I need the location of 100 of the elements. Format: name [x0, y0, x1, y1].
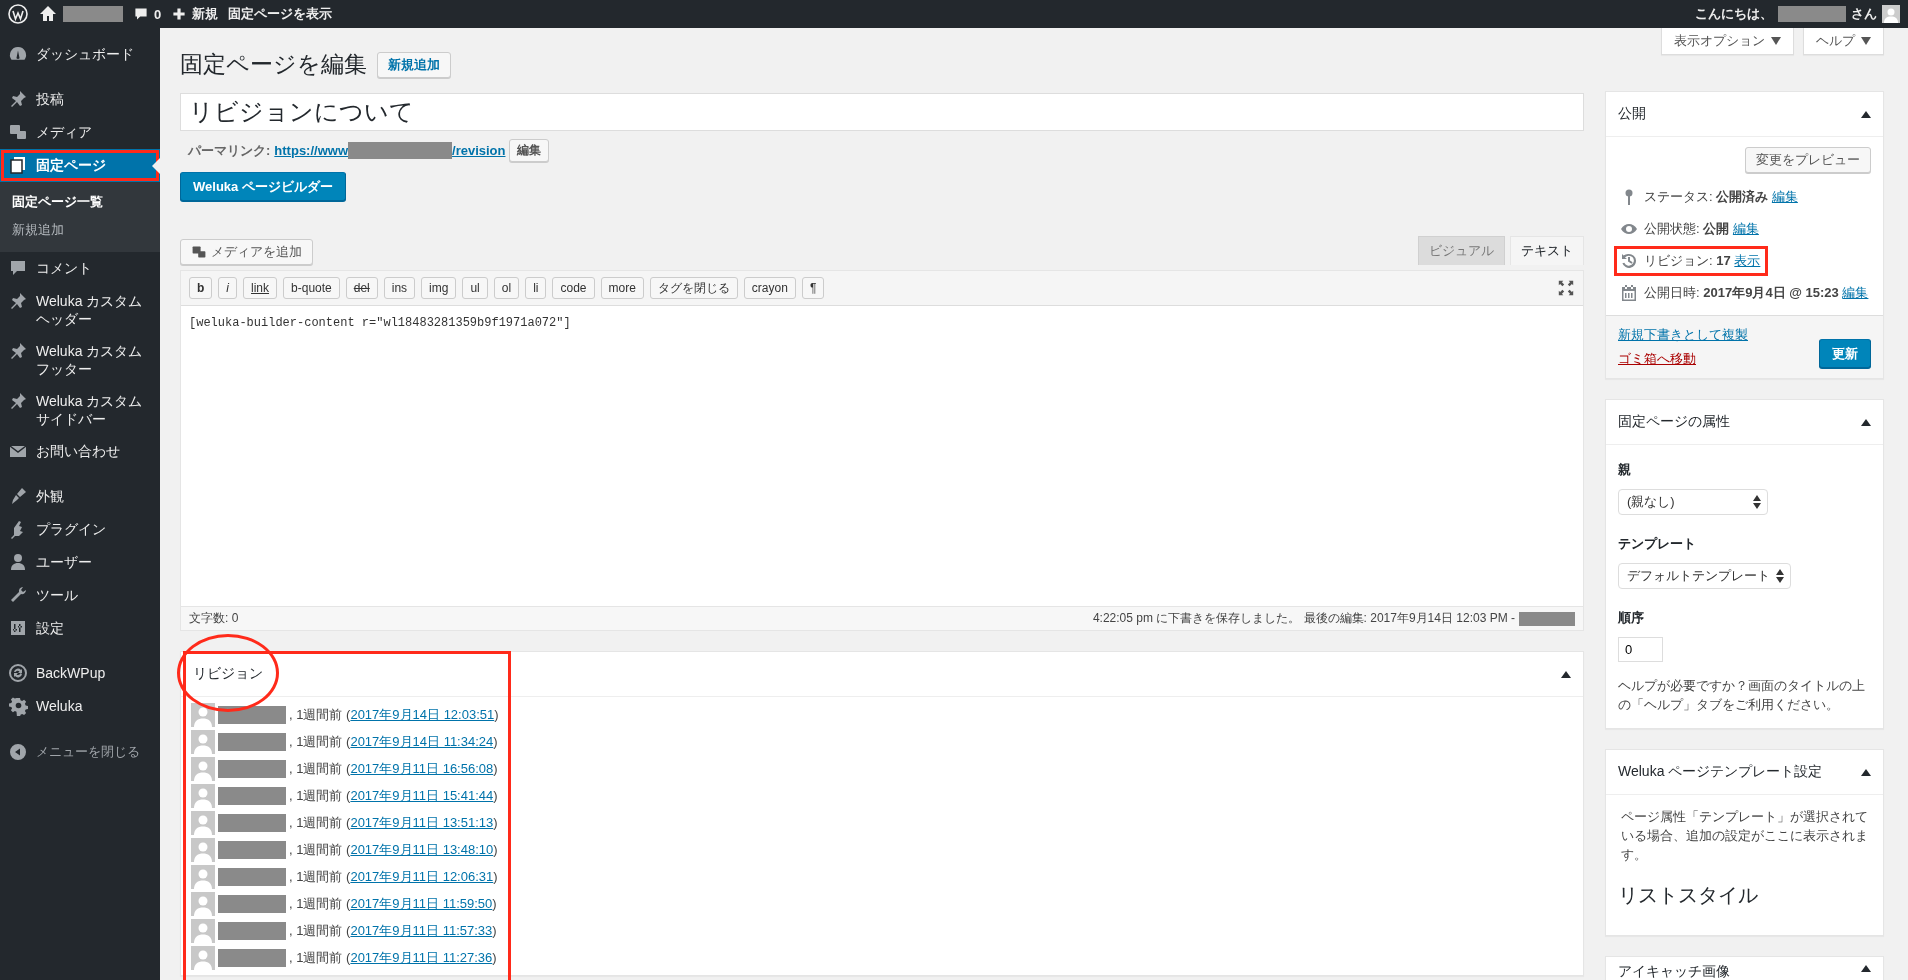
menu-item[interactable]: ユーザー [0, 546, 160, 579]
menu-item[interactable]: Weluka カスタムヘッダー [0, 285, 160, 335]
revision-entry: , 1週間前 (2017年9月14日 12:03:51) [289, 705, 499, 724]
text-editor[interactable]: [weluka-builder-content r="wl18483281359b9f1971a072"] [181, 306, 1583, 606]
edit-link[interactable]: 編集 [1732, 221, 1759, 236]
redaction-bar [218, 894, 286, 913]
quicktag-button[interactable]: img [421, 277, 457, 299]
order-field[interactable]: 0 [1618, 637, 1663, 662]
redaction-bar [63, 6, 123, 22]
greeting[interactable]: こんにちは、 さん [1695, 5, 1900, 23]
submenu-item[interactable]: 固定ページ一覧 [0, 188, 160, 216]
avatar-icon [191, 945, 215, 970]
menu-item[interactable]: プラグイン [0, 513, 160, 546]
avatar-icon [191, 783, 215, 808]
edit-permalink-button[interactable]: 編集 [509, 139, 550, 162]
new-menu[interactable]: 新規 [171, 5, 219, 23]
add-new-button[interactable]: 新規追加 [377, 51, 451, 78]
quicktag-button[interactable]: ins [383, 277, 416, 299]
comment-icon [8, 258, 28, 278]
revision-entry: , 1週間前 (2017年9月11日 12:06:31) [289, 867, 498, 886]
collapse-menu-link[interactable]: メニューを閉じる [0, 735, 160, 769]
preview-button[interactable]: 変更をプレビュー [1745, 147, 1871, 173]
pages-icon [8, 155, 28, 175]
settings-note: ページ属性「テンプレート」が選択されている場合、追加の設定がここに表示されます。 [1620, 808, 1869, 864]
menu-item[interactable]: 投稿 [0, 83, 160, 116]
edit-link[interactable]: 表示 [1734, 253, 1761, 268]
history-icon [1620, 252, 1638, 270]
duplicate-link[interactable]: 新規下書きとして複製 [1618, 326, 1748, 344]
trash-link[interactable]: ゴミ箱へ移動 [1618, 350, 1748, 368]
panel-title: 公開 [1618, 105, 1646, 123]
add-media-button[interactable]: メディアを追加 [180, 239, 313, 265]
avatar-icon [191, 756, 215, 781]
quicktag-button[interactable]: ¶ [801, 277, 825, 299]
edit-link[interactable]: 編集 [1771, 189, 1798, 204]
panel-title: Weluka ページテンプレート設定 [1618, 763, 1823, 781]
updown-arrows-icon [1776, 569, 1784, 583]
redaction-bar [218, 867, 286, 886]
permalink-label: パーマリンク: [188, 141, 271, 160]
submenu-item[interactable]: 新規追加 [0, 216, 160, 244]
revision-entry: , 1週間前 (2017年9月11日 11:59:50) [289, 894, 497, 913]
updown-arrows-icon [1753, 495, 1761, 509]
field-label: テンプレート [1618, 535, 1697, 553]
revision-entry: , 1週間前 (2017年9月14日 11:34:24) [289, 732, 498, 751]
collapse-arrow-icon [8, 742, 28, 762]
parent-select[interactable]: (親なし) [1618, 489, 1768, 515]
screen-options-button[interactable]: 表示オプション [1661, 28, 1794, 55]
editor-tab[interactable]: テキスト [1510, 236, 1584, 265]
menu-item[interactable]: 固定ページ [0, 149, 160, 182]
redaction-bar [218, 840, 286, 859]
collapse-triangle-icon [1861, 109, 1871, 119]
edit-link[interactable]: 編集 [1842, 285, 1869, 300]
quicktag-button[interactable]: del [345, 277, 378, 299]
redaction-bar [1778, 6, 1846, 22]
collapse-triangle-icon [1561, 669, 1571, 679]
menu-item[interactable]: ダッシュボード [0, 38, 160, 71]
quicktag-button[interactable]: タグを閉じる [649, 277, 738, 299]
menu-item[interactable]: メディア [0, 116, 160, 149]
help-button[interactable]: ヘルプ [1803, 28, 1884, 55]
quicktag-button[interactable]: b-quote [283, 277, 340, 299]
menu-item[interactable]: 設定 [0, 612, 160, 645]
update-button[interactable]: 更新 [1819, 339, 1871, 368]
quicktag-button[interactable]: li [525, 277, 547, 299]
revision-entry: , 1週間前 (2017年9月11日 15:41:44) [289, 786, 498, 805]
permalink-link[interactable]: https://www /revision [274, 142, 506, 159]
publish-info: リビジョン: 17 表示 [1644, 252, 1761, 270]
quicktag-button[interactable]: more [600, 277, 644, 299]
quicktag-button[interactable]: code [552, 277, 595, 299]
quicktag-button[interactable]: link [243, 277, 278, 299]
redaction-bar [218, 732, 286, 751]
menu-item[interactable]: Weluka [0, 690, 160, 723]
page-heading: 固定ページを編集 [180, 50, 367, 79]
revision-entry: , 1週間前 (2017年9月11日 13:48:10) [289, 840, 498, 859]
menu-item[interactable]: 外観 [0, 480, 160, 513]
redaction-bar [1519, 611, 1575, 626]
page-builder-button[interactable]: Weluka ページビルダー [180, 172, 346, 201]
menu-item[interactable]: コメント [0, 252, 160, 285]
autosave-status: 4:22:05 pm に下書きを保存しました。 最後の編集: 2017年9月14日 12:03 PM - [1092, 610, 1515, 627]
collapse-triangle-icon [1861, 417, 1871, 427]
quicktag-button[interactable]: b [189, 277, 213, 299]
menu-item[interactable]: お問い合わせ [0, 435, 160, 468]
menu-item[interactable]: BackWPup [0, 657, 160, 690]
template-select[interactable]: デフォルトテンプレート [1618, 563, 1791, 589]
section-heading: リストスタイル [1618, 883, 1759, 908]
comments-link[interactable]: 0 [133, 6, 162, 22]
avatar-icon [191, 918, 215, 943]
quicktag-button[interactable]: ol [493, 277, 520, 299]
menu-item[interactable]: Weluka カスタムフッター [0, 335, 160, 385]
publish-info: 公開状態: 公開 編集 [1644, 220, 1759, 238]
wp-logo-icon [8, 4, 28, 24]
quicktag-button[interactable]: i [218, 277, 237, 299]
menu-item[interactable]: Weluka カスタムサイドバー [0, 385, 160, 435]
quicktag-button[interactable]: crayon [743, 277, 796, 299]
help-text: ヘルプが必要ですか？画面のタイトルの上の「ヘルプ」タブをご利用ください。 [1618, 677, 1866, 714]
menu-item[interactable]: ツール [0, 579, 160, 612]
quicktag-button[interactable]: ul [462, 277, 488, 299]
view-page-link[interactable]: 固定ページを表示 [228, 5, 333, 23]
site-link[interactable] [38, 4, 123, 24]
title-field[interactable]: リビジョンについて [180, 93, 1584, 131]
avatar-icon [191, 891, 215, 916]
field-label: 順序 [1618, 609, 1645, 627]
